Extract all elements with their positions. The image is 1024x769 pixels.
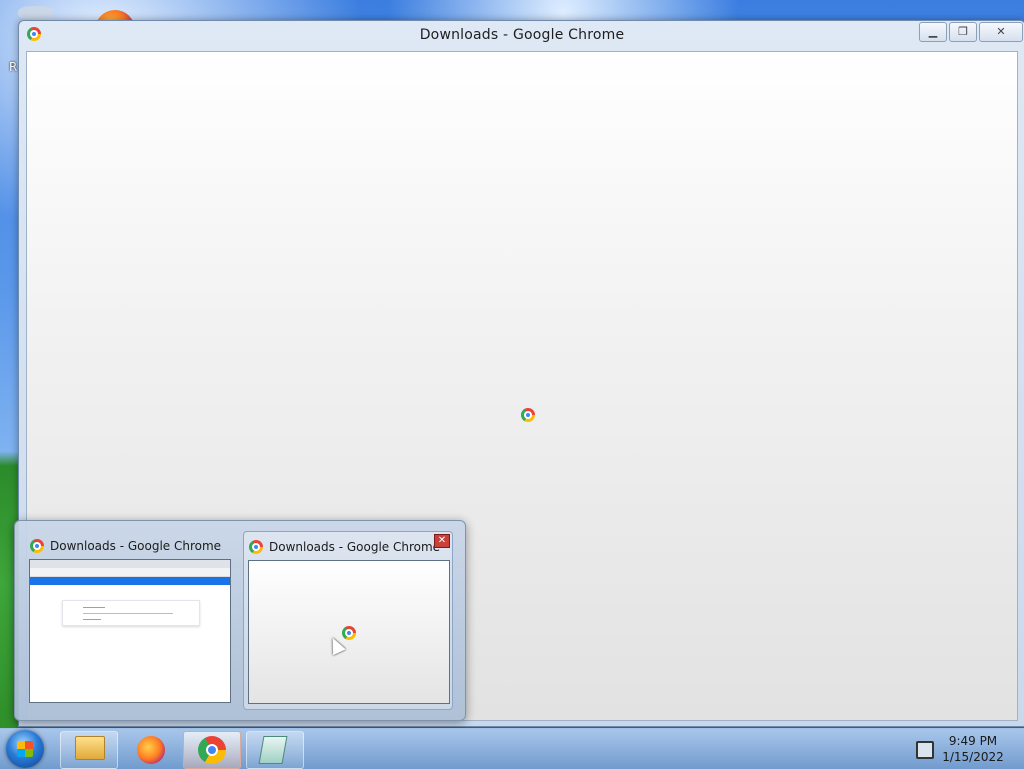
restore-button[interactable]: ❐	[949, 22, 977, 42]
thumbnail-1[interactable]: Downloads - Google Chrome	[25, 531, 233, 708]
taskbar-file-explorer[interactable]	[60, 731, 118, 769]
file-explorer-icon	[75, 736, 105, 760]
thumbnail-2[interactable]: Downloads - Google Chrome ✕	[243, 531, 453, 710]
clock-date: 1/15/2022	[942, 750, 1004, 764]
chrome-loading-icon	[521, 408, 535, 422]
taskbar-chrome[interactable]	[183, 731, 241, 769]
minimize-button[interactable]: ▁	[919, 22, 947, 42]
system-clock[interactable]: 9:49 PM 1/15/2022	[940, 733, 1006, 765]
mini-download-card	[62, 600, 200, 626]
thumbnail-title: Downloads - Google Chrome	[269, 540, 441, 554]
windows-logo-icon	[17, 741, 33, 757]
thumbnail-title: Downloads - Google Chrome	[50, 539, 222, 553]
recycle-bin-icon[interactable]	[18, 6, 54, 20]
taskbar: 9:49 PM 1/15/2022	[0, 728, 1024, 769]
taskbar-thumbnail-preview: Downloads - Google Chrome Downloads - Go…	[14, 520, 466, 721]
taskbar-notepad[interactable]	[246, 731, 304, 769]
chrome-icon	[30, 539, 44, 553]
window-title: Downloads - Google Chrome	[419, 27, 625, 43]
title-bar[interactable]: Downloads - Google Chrome ▁ ❐ ✕	[19, 21, 1024, 51]
desktop-label: R	[9, 60, 18, 74]
chrome-icon	[249, 540, 263, 554]
close-button[interactable]: ✕	[979, 22, 1023, 42]
network-icon[interactable]	[916, 741, 934, 759]
caption-buttons: ▁ ❐ ✕	[919, 22, 1023, 42]
thumbnail-close-button[interactable]: ✕	[434, 534, 450, 548]
taskbar-firefox[interactable]	[122, 731, 180, 769]
thumbnail-image	[29, 559, 231, 703]
thumbnail-image	[248, 560, 450, 704]
start-button[interactable]	[6, 730, 44, 768]
chrome-icon	[342, 626, 356, 640]
clock-time: 9:49 PM	[948, 734, 998, 748]
notepad-icon	[258, 736, 288, 764]
chrome-icon	[198, 736, 226, 764]
firefox-icon	[137, 736, 165, 764]
